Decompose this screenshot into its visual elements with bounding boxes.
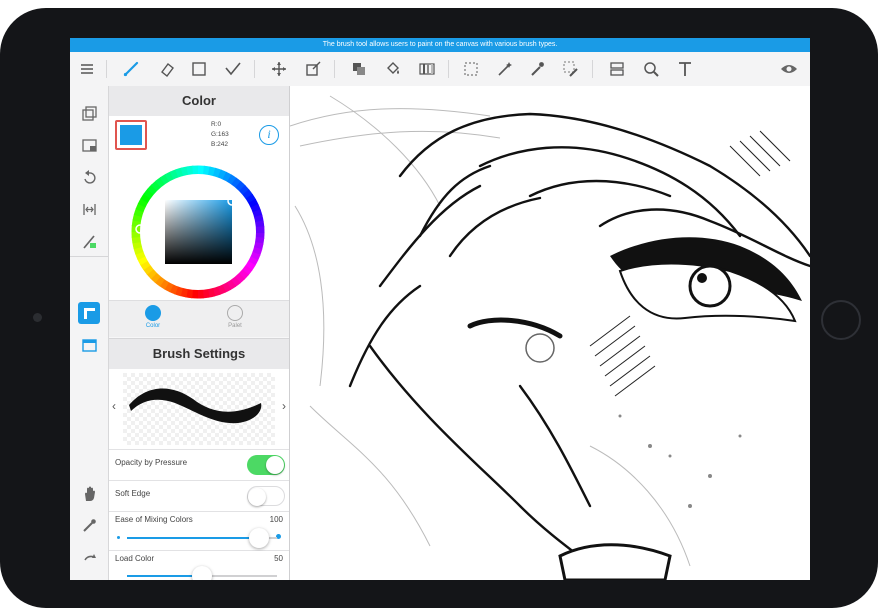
manga-artwork: [290, 86, 810, 580]
eraser-icon[interactable]: [156, 58, 178, 80]
blue-value: B:242: [211, 140, 229, 150]
load-color-value: 50: [274, 554, 283, 563]
layers-panel-icon[interactable]: [78, 102, 100, 124]
top-toolbar: [70, 52, 810, 87]
select-pen-icon[interactable]: [560, 58, 582, 80]
toolbar-separator: [448, 60, 449, 78]
palette-icon: [227, 305, 243, 321]
move-icon[interactable]: [268, 58, 290, 80]
color-panel-title: Color: [109, 86, 289, 117]
left-rail: [70, 86, 109, 580]
chevron-right-icon[interactable]: ›: [282, 399, 286, 413]
opacity-by-pressure-toggle[interactable]: [247, 455, 285, 475]
fill-layer-icon[interactable]: [348, 58, 370, 80]
green-value: G:163: [211, 130, 229, 140]
chevron-left-icon[interactable]: ‹: [112, 399, 116, 413]
front-camera: [33, 313, 42, 322]
rail-divider: [70, 256, 108, 257]
tab-color[interactable]: Color: [143, 305, 163, 335]
layer-icon[interactable]: [606, 58, 628, 80]
slider-fill: [127, 575, 202, 577]
color-tabs: Color Palet: [109, 300, 289, 337]
slider-thumb[interactable]: [249, 528, 269, 548]
red-value: R:0: [211, 120, 229, 130]
side-panel: Color R:0 G:163 B:242 i: [109, 86, 290, 580]
load-color-label: Load Color: [115, 554, 154, 563]
status-text: The brush tool allows users to paint on …: [323, 41, 558, 48]
ease-mixing-value: 100: [270, 515, 283, 524]
brush-icon[interactable]: [120, 58, 142, 80]
ease-mixing-slider[interactable]: [127, 537, 277, 539]
select-icon[interactable]: [460, 58, 482, 80]
toggle-knob: [248, 488, 266, 506]
toolbar-separator: [592, 60, 593, 78]
eye-icon[interactable]: [778, 58, 800, 80]
brush-settings-title: Brush Settings: [109, 338, 289, 370]
home-button[interactable]: [821, 300, 861, 340]
status-bar: The brush tool allows users to paint on …: [70, 38, 810, 52]
gradient-icon[interactable]: [416, 58, 438, 80]
slider-fill: [127, 537, 259, 539]
drawing-canvas[interactable]: [290, 86, 810, 580]
shape-icon[interactable]: [188, 58, 210, 80]
rotate-icon[interactable]: [78, 166, 100, 188]
color-wheel[interactable]: [109, 154, 289, 304]
flip-icon[interactable]: [78, 198, 100, 220]
menu-icon[interactable]: [76, 58, 98, 80]
load-color-slider[interactable]: [127, 575, 277, 577]
soft-edge-label: Soft Edge: [115, 489, 150, 498]
opacity-by-pressure-row: Opacity by Pressure: [109, 450, 289, 481]
toolbar-separator: [334, 60, 335, 78]
color-wheel-area: [109, 154, 289, 304]
hand-icon[interactable]: [78, 482, 100, 504]
text-icon[interactable]: [674, 58, 696, 80]
dropper-tool-icon[interactable]: [78, 514, 100, 536]
ease-mixing-label: Ease of Mixing Colors: [115, 515, 193, 524]
material-icon[interactable]: [78, 134, 100, 156]
toggle-knob: [266, 456, 284, 474]
slider-min-dot: [117, 536, 120, 539]
tab-color-label: Color: [143, 323, 163, 329]
soft-edge-row: Soft Edge: [109, 481, 289, 512]
tab-palet[interactable]: Palet: [225, 305, 245, 335]
opacity-by-pressure-label: Opacity by Pressure: [115, 458, 187, 467]
brush-settings-icon[interactable]: [78, 230, 100, 252]
brush-stroke-preview: [123, 373, 275, 445]
toolbar-separator: [106, 60, 107, 78]
tab-palet-label: Palet: [225, 323, 245, 329]
rgb-readout: R:0 G:163 B:242: [211, 120, 229, 150]
slider-thumb[interactable]: [192, 566, 212, 580]
toolbar-separator: [254, 60, 255, 78]
ease-mixing-row: Ease of Mixing Colors 100: [109, 512, 289, 551]
check-icon[interactable]: [222, 58, 244, 80]
color-panel-icon[interactable]: [78, 302, 100, 324]
navigator-icon[interactable]: [78, 334, 100, 356]
transform-icon[interactable]: [302, 58, 324, 80]
wand-icon[interactable]: [494, 58, 516, 80]
color-info-row: R:0 G:163 B:242 i: [109, 116, 289, 154]
soft-edge-toggle[interactable]: [247, 486, 285, 506]
bucket-icon[interactable]: [382, 58, 404, 80]
zoom-icon[interactable]: [640, 58, 662, 80]
color-tab-icon: [145, 305, 161, 321]
load-color-row: Load Color 50: [109, 551, 289, 580]
redo-icon[interactable]: [78, 546, 100, 568]
eyedropper-icon[interactable]: [526, 58, 548, 80]
brush-preview: ‹ ›: [109, 369, 289, 450]
app-screen: The brush tool allows users to paint on …: [70, 38, 810, 580]
current-color-swatch[interactable]: [115, 120, 147, 150]
info-icon[interactable]: i: [259, 125, 279, 145]
